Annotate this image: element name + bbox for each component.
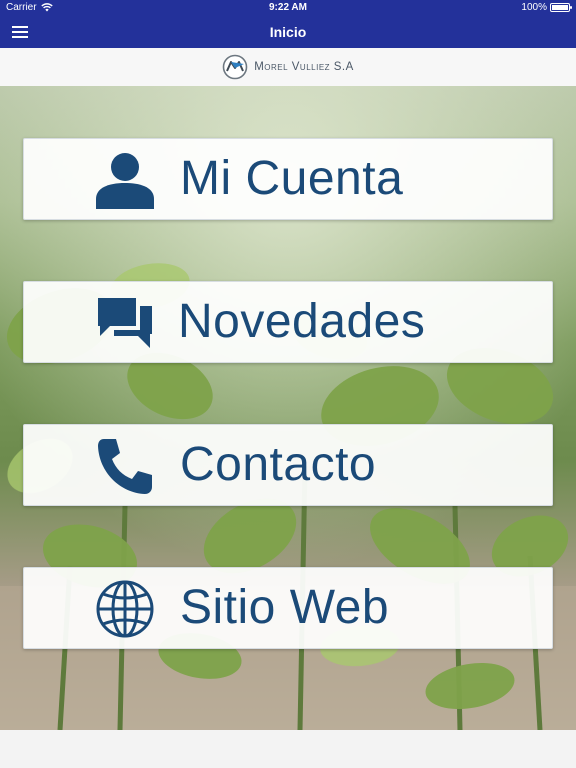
menu-item-sitio-web[interactable]: Sitio Web — [23, 567, 553, 649]
globe-icon — [94, 578, 156, 640]
menu-item-label: Mi Cuenta — [180, 152, 404, 205]
company-name: Morel Vulliez S.A — [254, 61, 354, 73]
footer-bar — [0, 730, 576, 768]
menu-item-mi-cuenta[interactable]: Mi Cuenta — [23, 138, 553, 220]
brand-header: Morel Vulliez S.A — [0, 48, 576, 87]
battery-percent: 100% — [521, 2, 547, 13]
user-icon — [94, 149, 156, 211]
menu-item-contacto[interactable]: Contacto — [23, 424, 553, 506]
chat-bubbles-icon — [94, 292, 156, 354]
battery-icon — [550, 3, 572, 12]
menu-item-label: Sitio Web — [180, 581, 390, 634]
company-logo — [222, 54, 248, 80]
menu-item-label: Novedades — [178, 295, 426, 348]
battery-indicator: 100% — [521, 2, 572, 13]
page-title: Inicio — [269, 24, 307, 40]
status-time: 9:22 AM — [269, 2, 307, 13]
menu-item-novedades[interactable]: Novedades — [23, 281, 553, 363]
hamburger-menu-icon[interactable] — [12, 22, 36, 42]
menu-item-label: Contacto — [180, 438, 377, 491]
phone-icon — [94, 435, 156, 497]
status-bar: Carrier 9:22 AM 100% — [0, 0, 576, 16]
battery-fill — [552, 5, 568, 10]
navigation-bar: Inicio — [0, 16, 576, 48]
